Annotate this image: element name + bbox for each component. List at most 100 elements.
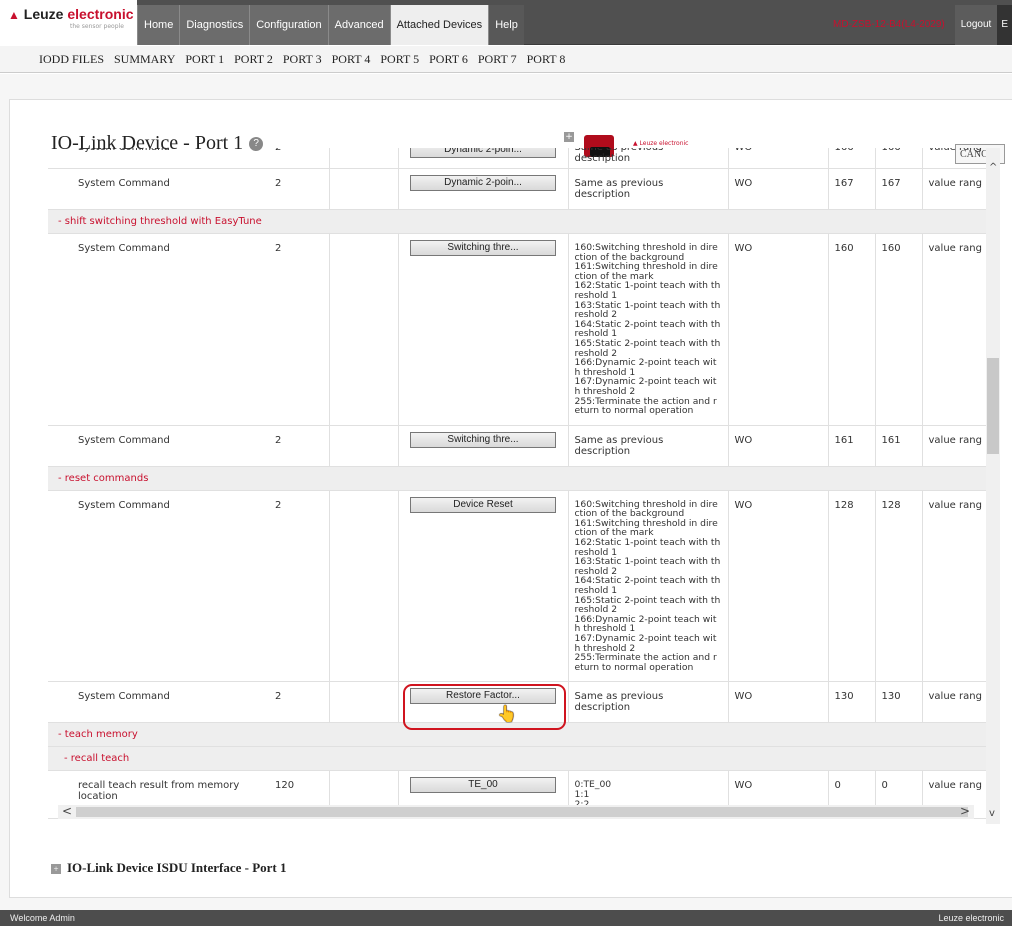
param-access-cell: WO bbox=[728, 425, 778, 467]
isdu-section-header[interactable]: + IO-Link Device ISDU Interface - Port 1 bbox=[51, 860, 287, 876]
param-empty-cell bbox=[778, 490, 829, 683]
nav-attached-devices[interactable]: Attached Devices bbox=[389, 5, 489, 45]
logo-text-electronic: electronic bbox=[67, 6, 134, 22]
table-row: System Command 2 Switching thre... 160:Swit… bbox=[48, 233, 988, 426]
subnav-port-4[interactable]: PORT 4 bbox=[327, 46, 376, 72]
group-header-row: - recall teach bbox=[48, 746, 988, 772]
param-access-cell: WO bbox=[728, 233, 778, 426]
param-index-cell: 166 bbox=[828, 148, 876, 169]
footer-brand: Leuze electronic bbox=[938, 913, 1004, 923]
scroll-up-icon[interactable]: ^ bbox=[989, 162, 997, 173]
param-length-cell: 2 bbox=[269, 148, 330, 169]
param-description-cell: Same as previous description bbox=[568, 681, 729, 724]
param-index-cell: 128 bbox=[828, 490, 876, 683]
nav-diagnostics[interactable]: Diagnostics bbox=[179, 5, 250, 45]
horizontal-scroll-thumb[interactable] bbox=[76, 807, 968, 817]
mouse-cursor-icon: 👆 bbox=[497, 704, 517, 723]
param-description-text: 160:Switching threshold in direction of … bbox=[574, 242, 721, 417]
group-header-row: - shift switching threshold with EasyTun… bbox=[48, 209, 988, 234]
vertical-scroll-thumb[interactable] bbox=[987, 358, 999, 454]
nav-help[interactable]: Help bbox=[488, 5, 524, 45]
param-length-cell: 2 bbox=[269, 233, 330, 426]
logo-tagline: the sensor people bbox=[70, 23, 124, 30]
param-button-cell: Switching thre... bbox=[398, 425, 569, 467]
param-description-cell: Same as previous description bbox=[568, 148, 729, 169]
param-name-cell: System Command bbox=[48, 681, 269, 724]
subnav-port-8[interactable]: PORT 8 bbox=[522, 46, 571, 72]
param-name-cell: System Command bbox=[48, 425, 269, 467]
nav-configuration[interactable]: Configuration bbox=[249, 5, 328, 45]
param-empty-cell bbox=[329, 233, 399, 426]
scroll-down-icon[interactable]: v bbox=[989, 808, 995, 819]
group-header-label[interactable]: - recall teach bbox=[48, 746, 988, 772]
language-button[interactable]: E bbox=[997, 5, 1012, 45]
logo-text-leuze: Leuze bbox=[23, 6, 64, 22]
group-header-row: - reset commands bbox=[48, 466, 988, 491]
param-description-text: 160:Switching threshold in direction of … bbox=[574, 498, 721, 673]
param-name-cell: System Command bbox=[48, 148, 269, 169]
subnav-port-1[interactable]: PORT 1 bbox=[180, 46, 229, 72]
param-empty-cell bbox=[329, 490, 399, 683]
nav-advanced[interactable]: Advanced bbox=[327, 5, 390, 45]
footer: Welcome Admin Leuze electronic bbox=[0, 910, 1012, 926]
subnav-summary[interactable]: SUMMARY bbox=[109, 46, 180, 72]
param-length-cell: 2 bbox=[269, 681, 330, 724]
param-length-cell: 2 bbox=[269, 490, 330, 683]
subnav-port-2[interactable]: PORT 2 bbox=[229, 46, 278, 72]
param-index-cell: 130 bbox=[828, 681, 876, 724]
param-empty-cell bbox=[329, 148, 399, 169]
param-button-cell: Switching thre... bbox=[398, 233, 569, 426]
param-empty-cell bbox=[778, 425, 829, 467]
subnav-port-3[interactable]: PORT 3 bbox=[278, 46, 327, 72]
table-row: System Command 2 Device Reset 160:Switching… bbox=[48, 490, 988, 683]
param-button-cell: Dynamic 2-poin... bbox=[398, 168, 569, 210]
expand-isdu-icon[interactable]: + bbox=[51, 864, 61, 875]
highlight-annotation bbox=[403, 684, 566, 730]
param-index-cell: 160 bbox=[828, 233, 876, 426]
brand-logo[interactable]: ▲ Leuze electronic the sensor people bbox=[0, 0, 137, 45]
command-button[interactable]: Switching thre... bbox=[410, 431, 556, 448]
scroll-left-icon[interactable]: < bbox=[62, 804, 72, 818]
param-empty-cell bbox=[329, 425, 399, 467]
param-name-cell: System Command bbox=[48, 490, 269, 683]
expand-image-icon[interactable]: + bbox=[564, 132, 574, 142]
table-row: System Command2 Dynamic 2-poin... Same as … bbox=[48, 168, 988, 210]
param-access-cell: WO bbox=[728, 681, 778, 724]
param-name-cell: System Command bbox=[48, 233, 269, 426]
top-navbar: ▲ Leuze electronic the sensor people Hom… bbox=[0, 0, 1012, 45]
param-index-cell: 167 bbox=[828, 168, 876, 210]
scroll-right-icon[interactable]: > bbox=[960, 804, 970, 818]
subnav-port-5[interactable]: PORT 5 bbox=[375, 46, 424, 72]
param-empty-cell bbox=[778, 168, 829, 210]
param-subindex-cell: 128 bbox=[875, 490, 923, 683]
sub-nav: IODD FILES SUMMARY PORT 1 PORT 2 PORT 3 … bbox=[0, 46, 1012, 73]
logo-triangle-icon: ▲ bbox=[8, 8, 20, 22]
command-button[interactable]: TE_00 bbox=[410, 777, 556, 794]
nav-home[interactable]: Home bbox=[137, 5, 180, 45]
param-name-cell: System Command bbox=[48, 168, 269, 210]
param-description-cell: Same as previous description bbox=[568, 168, 729, 210]
subnav-iodd-files[interactable]: IODD FILES bbox=[34, 46, 109, 72]
group-header-label[interactable]: - shift switching threshold with EasyTun… bbox=[48, 209, 988, 234]
param-value-range-cell: value rang bbox=[922, 233, 988, 426]
footer-welcome: Welcome Admin bbox=[10, 913, 75, 923]
param-empty-cell bbox=[778, 681, 829, 724]
vertical-scrollbar[interactable]: ^ v bbox=[986, 148, 1000, 824]
logout-link[interactable]: Logout bbox=[954, 5, 998, 45]
command-button[interactable]: Switching thre... bbox=[410, 240, 556, 256]
horizontal-scrollbar[interactable]: < > bbox=[58, 804, 974, 819]
subnav-port-6[interactable]: PORT 6 bbox=[424, 46, 473, 72]
command-button[interactable]: Device Reset bbox=[410, 496, 556, 513]
group-header-label[interactable]: - reset commands bbox=[48, 466, 988, 491]
device-vendor-logo: ▲ Leuze electronic bbox=[633, 140, 689, 147]
param-subindex-cell: 166 bbox=[875, 148, 923, 169]
param-access-cell: WO bbox=[728, 168, 778, 210]
param-value-range-cell: value rang bbox=[922, 425, 988, 467]
param-value-range-cell: value rang bbox=[922, 681, 988, 724]
param-subindex-cell: 160 bbox=[875, 233, 923, 426]
command-button[interactable]: Dynamic 2-poin... bbox=[410, 175, 556, 191]
param-description-cell: Same as previous description bbox=[568, 425, 729, 467]
command-button[interactable]: Dynamic 2-poin... bbox=[410, 148, 556, 158]
subnav-port-7[interactable]: PORT 7 bbox=[473, 46, 522, 72]
param-empty-cell bbox=[329, 681, 399, 724]
